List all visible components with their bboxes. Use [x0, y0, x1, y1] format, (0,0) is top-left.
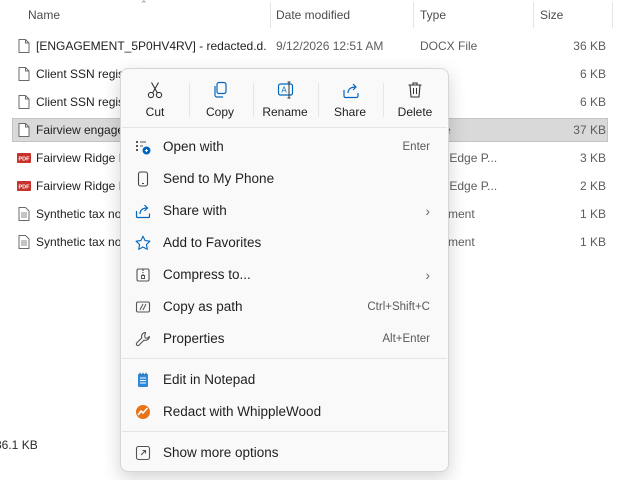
file-size: 6 KB — [579, 67, 606, 81]
menu-item-label: Open with — [163, 139, 224, 154]
menu-item-send-to-phone[interactable]: Send to My Phone — [125, 163, 444, 195]
menu-item-add-to-favorites[interactable]: Add to Favorites — [125, 227, 444, 259]
document-icon — [18, 95, 30, 109]
menu-item-properties[interactable]: Properties Alt+Enter — [125, 323, 444, 355]
menu-item-label: Add to Favorites — [163, 235, 262, 250]
document-icon — [18, 39, 30, 53]
delete-label: Delete — [397, 105, 433, 119]
file-size: 3 KB — [579, 151, 606, 165]
svg-text:A: A — [281, 86, 287, 95]
document-icon — [18, 67, 30, 81]
share-button[interactable]: Share — [320, 75, 380, 123]
pdf-icon: PDF — [17, 181, 31, 191]
star-icon — [135, 235, 151, 250]
file-size: 36 KB — [573, 39, 606, 53]
status-selected-size: 36.1 KB — [0, 438, 38, 452]
menu-item-label: Compress to... — [163, 267, 251, 282]
menu-item-label: Share with — [163, 203, 227, 218]
toolbar-divider — [383, 83, 384, 117]
menu-item-open-with[interactable]: Open with Enter — [125, 131, 444, 163]
column-header-date-modified[interactable]: Date modified — [276, 0, 350, 30]
menu-item-redact-with-whipplewood[interactable]: Redact with WhippleWood — [125, 396, 444, 428]
text-file-icon — [18, 207, 30, 221]
menu-separator — [122, 431, 447, 432]
chevron-right-icon: › — [425, 267, 430, 283]
menu-item-share-with[interactable]: Share with › — [125, 195, 444, 227]
notepad-icon — [138, 372, 148, 387]
context-menu-toolbar: Cut Copy A Rename Share Delete — [121, 69, 448, 127]
cut-button[interactable]: Cut — [125, 75, 185, 123]
file-type: DOCX File — [420, 39, 478, 53]
file-size: 1 KB — [579, 207, 606, 221]
trash-icon — [408, 82, 422, 98]
delete-button[interactable]: Delete — [385, 75, 445, 123]
menu-item-label: Properties — [163, 331, 225, 346]
column-header-name[interactable]: Name — [28, 0, 60, 30]
menu-item-compress-to[interactable]: Compress to... › — [125, 259, 444, 291]
share-icon — [343, 83, 359, 99]
chevron-right-icon: › — [425, 203, 430, 219]
file-size: 2 KB — [579, 179, 606, 193]
column-divider[interactable] — [413, 2, 414, 28]
open-with-icon — [136, 141, 151, 155]
rename-icon: A — [277, 81, 294, 99]
menu-item-label: Redact with WhippleWood — [163, 404, 322, 419]
menu-item-copy-as-path[interactable]: Copy as path Ctrl+Shift+C — [125, 291, 444, 323]
rename-label: Rename — [262, 105, 308, 119]
column-header-type[interactable]: Type — [420, 0, 446, 30]
column-divider[interactable] — [533, 2, 534, 28]
file-date-modified: 9/12/2026 12:51 AM — [276, 39, 384, 53]
menu-item-label: Send to My Phone — [163, 171, 275, 186]
share-with-icon — [135, 204, 151, 219]
wrench-icon — [135, 331, 150, 347]
menu-item-shortcut: Enter — [402, 141, 431, 153]
document-icon — [18, 123, 30, 137]
whipplewood-icon — [136, 405, 150, 419]
more-options-icon — [135, 445, 151, 461]
svg-text:PDF: PDF — [19, 157, 31, 163]
menu-item-label: Edit in Notepad — [163, 372, 256, 387]
file-size: 6 KB — [579, 95, 606, 109]
sort-ascending-icon: ⌃ — [140, 0, 148, 9]
copy-button[interactable]: Copy — [190, 75, 250, 123]
copy-icon — [214, 81, 227, 98]
rename-button[interactable]: A Rename — [255, 75, 315, 123]
file-name: [ENGAGEMENT_5P0HV4RV] - redacted.d... — [36, 39, 266, 53]
status-bar: 36.1 KB — [0, 434, 43, 456]
menu-separator — [122, 358, 447, 359]
menu-item-shortcut: Ctrl+Shift+C — [367, 301, 430, 313]
share-label: Share — [333, 105, 367, 119]
menu-item-shortcut: Alt+Enter — [382, 333, 430, 345]
svg-text:PDF: PDF — [19, 185, 31, 191]
menu-item-edit-in-notepad[interactable]: Edit in Notepad — [125, 364, 444, 396]
cut-label: Cut — [145, 105, 165, 119]
menu-separator — [122, 127, 447, 128]
toolbar-divider — [318, 83, 319, 117]
toolbar-divider — [253, 83, 254, 117]
column-divider[interactable] — [270, 2, 271, 28]
column-header-size[interactable]: Size — [540, 0, 563, 30]
context-menu: Cut Copy A Rename Share Delete Open with… — [120, 68, 449, 472]
copy-path-icon — [135, 301, 151, 313]
menu-item-label: Copy as path — [163, 299, 243, 314]
menu-item-label: Show more options — [163, 445, 279, 460]
text-file-icon — [18, 235, 30, 249]
scissors-icon — [147, 82, 163, 99]
copy-label: Copy — [205, 105, 234, 119]
pdf-icon: PDF — [17, 153, 31, 163]
file-size: 37 KB — [573, 123, 606, 137]
menu-item-show-more-options[interactable]: Show more options — [125, 437, 444, 469]
column-divider[interactable] — [612, 2, 613, 28]
zip-icon — [136, 268, 150, 282]
phone-icon — [137, 171, 149, 187]
file-size: 1 KB — [579, 235, 606, 249]
file-row[interactable]: [ENGAGEMENT_5P0HV4RV] - redacted.d... 9/… — [0, 32, 630, 60]
column-header-row: Name ⌃ Date modified Type Size — [0, 0, 630, 30]
